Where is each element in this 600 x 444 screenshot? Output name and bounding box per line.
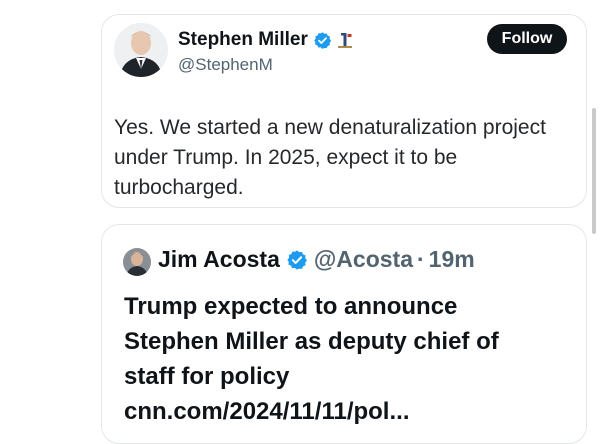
follow-button[interactable]: Follow [487,24,567,54]
quoted-text-line: staff for policy [124,363,290,390]
tweet-text-line: Yes. We started a new denaturalization p… [114,116,546,139]
quoted-text-line: Trump expected to announce [124,293,458,320]
quoted-tweet-text: Trump expected to announce Stephen Mille… [124,289,579,429]
quoted-tweet-card[interactable]: Jim Acosta @Acosta · 19m Trump expected … [101,224,587,444]
tweet-text: Yes. We started a new denaturalization p… [114,113,569,203]
scrollbar[interactable] [592,108,596,234]
author-handle[interactable]: @StephenM [178,55,273,75]
quoted-timestamp[interactable]: 19m [429,246,475,273]
tweet-text-line: turbocharged. [114,176,244,199]
author-name[interactable]: Stephen Miller [178,29,308,51]
separator-dot: · [417,246,425,272]
flag-badge-icon [337,31,353,49]
quoted-author-avatar[interactable] [123,248,151,276]
verified-badge-icon [313,31,332,50]
quoted-link-text[interactable]: cnn.com/2024/11/11/pol... [124,394,579,429]
quoted-author-name[interactable]: Jim Acosta [158,246,280,273]
author-name-row: Stephen Miller [178,29,353,51]
quoted-text-line: Stephen Miller as deputy chief of [124,328,499,355]
quoted-author-handle[interactable]: @Acosta [314,246,413,273]
tweet-text-line: under Trump. In 2025, expect it to be [114,146,458,169]
tweet-card[interactable]: Stephen Miller @StephenM Follow Yes. We … [101,14,587,208]
author-avatar[interactable] [114,23,168,77]
quoted-header: Jim Acosta @Acosta · 19m [158,246,475,273]
verified-badge-icon [286,249,308,271]
